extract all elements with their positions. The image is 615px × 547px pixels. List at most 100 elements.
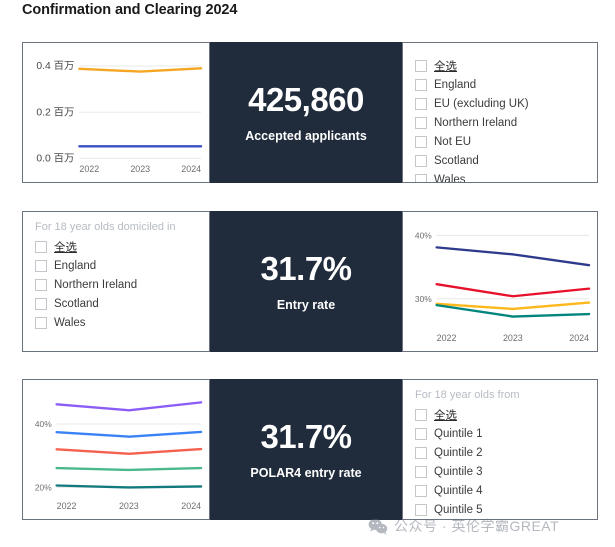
x-axis-tick-label: 2022 xyxy=(437,333,457,343)
filter-checkbox-label: Quintile 4 xyxy=(434,485,483,497)
filter-checkbox-row[interactable]: Wales xyxy=(415,171,587,182)
filter-checkbox-label: EU (excluding UK) xyxy=(434,98,529,110)
kpi-label: POLAR4 entry rate xyxy=(250,465,362,480)
kpi-label: Accepted applicants xyxy=(245,128,367,143)
kpi-value: 425,860 xyxy=(248,80,364,118)
filter-checkbox-row[interactable]: Quintile 1 xyxy=(415,425,587,443)
filter-checkbox-row[interactable]: Quintile 5 xyxy=(415,501,587,519)
filter-checkbox-row[interactable]: EU (excluding UK) xyxy=(415,95,587,113)
filter-checkbox-label: Scotland xyxy=(54,298,99,310)
y-axis-tick-label: 30% xyxy=(415,294,432,304)
y-axis-tick-label: 40% xyxy=(415,230,432,240)
filter-header: For 18 year olds from xyxy=(415,389,520,401)
filter-checkbox-row[interactable]: Wales xyxy=(35,314,199,332)
filter-checkbox-row[interactable]: Scotland xyxy=(415,152,587,170)
accepted-applicants-kpi-card[interactable]: 425,860 Accepted applicants xyxy=(210,42,402,183)
chart-line-series-red xyxy=(55,447,203,455)
chart-line-series-navy xyxy=(435,246,591,267)
checkbox-icon[interactable] xyxy=(35,260,47,272)
filter-checkbox-label: Quintile 5 xyxy=(434,504,483,516)
filter-checkbox-label: England xyxy=(54,260,97,272)
checkbox-icon[interactable] xyxy=(415,155,427,167)
filter-checkbox-row[interactable]: Quintile 2 xyxy=(415,444,587,462)
domiciled-filter-panel[interactable]: For 18 year olds domiciled in 全选 England N… xyxy=(22,211,210,352)
filter-checkbox-label: Quintile 1 xyxy=(434,428,483,440)
chart-line-series-teal xyxy=(55,484,203,489)
quintile-filter-panel[interactable]: For 18 year olds from 全选 Quintile 1 Quinti… xyxy=(402,379,598,520)
checkbox-icon[interactable] xyxy=(415,485,427,497)
chart-line-series-orange xyxy=(78,67,203,73)
x-axis-tick-label: 2023 xyxy=(503,333,523,343)
entry-rate-chart-panel[interactable]: 30% 40% 2022 2023 2024 xyxy=(402,211,598,352)
filter-checkbox-label: 全选 xyxy=(434,61,457,73)
y-axis-tick-label: 20% xyxy=(35,483,52,493)
checkbox-icon[interactable] xyxy=(35,279,47,291)
filter-list: 全选 Quintile 1 Quintile 2 Quintile 3 Quintile… xyxy=(415,406,587,519)
filter-checkbox-row[interactable]: England xyxy=(415,76,587,94)
filter-checkbox-row[interactable]: England xyxy=(35,257,199,275)
chart-line-series-purple xyxy=(55,401,203,412)
accepted-applicants-chart[interactable]: 0.0 百万 0.2 百万 0.4 百万 2022 2023 2024 xyxy=(23,43,209,182)
kpi-label: Entry rate xyxy=(276,297,336,312)
wechat-icon xyxy=(368,518,388,534)
chart-line-series-green xyxy=(55,466,203,472)
checkbox-icon[interactable] xyxy=(415,117,427,129)
checkbox-icon[interactable] xyxy=(415,79,427,91)
filter-checkbox-row[interactable]: Scotland xyxy=(35,295,199,313)
checkbox-icon[interactable] xyxy=(415,409,427,421)
checkbox-icon[interactable] xyxy=(35,317,47,329)
filter-checkbox-row[interactable]: 全选 xyxy=(415,57,587,75)
x-axis-tick-label: 2023 xyxy=(130,164,150,174)
dashboard-row-accepted-applicants: 0.0 百万 0.2 百万 0.4 百万 2022 2023 2024 425,860 A… xyxy=(22,42,598,183)
filter-checkbox-label: 全选 xyxy=(54,242,77,254)
checkbox-icon[interactable] xyxy=(415,447,427,459)
x-axis-tick-label: 2023 xyxy=(119,501,139,511)
filter-checkbox-label: Quintile 3 xyxy=(434,466,483,478)
y-axis-tick-label: 40% xyxy=(35,419,52,429)
filter-checkbox-row[interactable]: Northern Ireland xyxy=(35,276,199,294)
dashboard-row-polar4-entry-rate: 20% 40% 2022 2023 2024 31.7% POLAR4 entry ra… xyxy=(22,379,598,520)
checkbox-icon[interactable] xyxy=(415,466,427,478)
domicile-filter-panel[interactable]: 全选 England EU (excluding UK) Northern Irela… xyxy=(402,42,598,183)
chart-line-series-red xyxy=(435,283,591,298)
filter-checkbox-row[interactable]: Northern Ireland xyxy=(415,114,587,132)
entry-rate-kpi-card[interactable]: 31.7% Entry rate xyxy=(210,211,402,352)
filter-header: For 18 year olds domiciled in xyxy=(35,221,176,233)
checkbox-icon[interactable] xyxy=(415,136,427,148)
chart-line-series-teal xyxy=(435,303,591,318)
checkbox-icon[interactable] xyxy=(415,60,427,72)
filter-checkbox-row[interactable]: 全选 xyxy=(415,406,587,424)
checkbox-icon[interactable] xyxy=(415,504,427,516)
y-axis-tick-label: 0.2 百万 xyxy=(36,106,74,118)
y-axis-tick-label: 0.0 百万 xyxy=(36,153,74,165)
chart-line-series-blue xyxy=(55,430,203,438)
accepted-applicants-chart-panel[interactable]: 0.0 百万 0.2 百万 0.4 百万 2022 2023 2024 xyxy=(22,42,210,183)
page-title: Confirmation and Clearing 2024 xyxy=(22,2,238,18)
x-axis-tick-label: 2022 xyxy=(79,164,99,174)
filter-checkbox-label: Northern Ireland xyxy=(54,279,138,291)
checkbox-icon[interactable] xyxy=(415,428,427,440)
entry-rate-chart[interactable]: 30% 40% 2022 2023 2024 xyxy=(403,212,597,351)
polar4-entry-rate-kpi-card[interactable]: 31.7% POLAR4 entry rate xyxy=(210,379,402,520)
filter-list: 全选 England Northern Ireland Scotland Wales xyxy=(35,238,199,332)
dashboard-row-entry-rate: For 18 year olds domiciled in 全选 England N… xyxy=(22,211,598,352)
checkbox-icon[interactable] xyxy=(35,298,47,310)
filter-checkbox-label: Quintile 2 xyxy=(434,447,483,459)
polar4-entry-rate-chart[interactable]: 20% 40% 2022 2023 2024 xyxy=(23,380,209,519)
checkbox-icon[interactable] xyxy=(415,98,427,110)
y-axis-tick-label: 0.4 百万 xyxy=(36,60,74,72)
x-axis-tick-label: 2024 xyxy=(181,501,201,511)
filter-checkbox-label: Wales xyxy=(54,317,86,329)
filter-checkbox-label: Scotland xyxy=(434,155,479,167)
filter-checkbox-label: England xyxy=(434,79,477,91)
filter-checkbox-row[interactable]: Quintile 4 xyxy=(415,482,587,500)
filter-checkbox-row[interactable]: Not EU xyxy=(415,133,587,151)
filter-checkbox-label: Northern Ireland xyxy=(434,117,518,129)
checkbox-icon[interactable] xyxy=(35,241,47,253)
filter-checkbox-row[interactable]: Quintile 3 xyxy=(415,463,587,481)
polar4-entry-rate-chart-panel[interactable]: 20% 40% 2022 2023 2024 xyxy=(22,379,210,520)
filter-checkbox-label: 全选 xyxy=(434,410,457,422)
filter-checkbox-row[interactable]: 全选 xyxy=(35,238,199,256)
filter-checkbox-label: Not EU xyxy=(434,136,472,148)
checkbox-icon[interactable] xyxy=(415,174,427,182)
